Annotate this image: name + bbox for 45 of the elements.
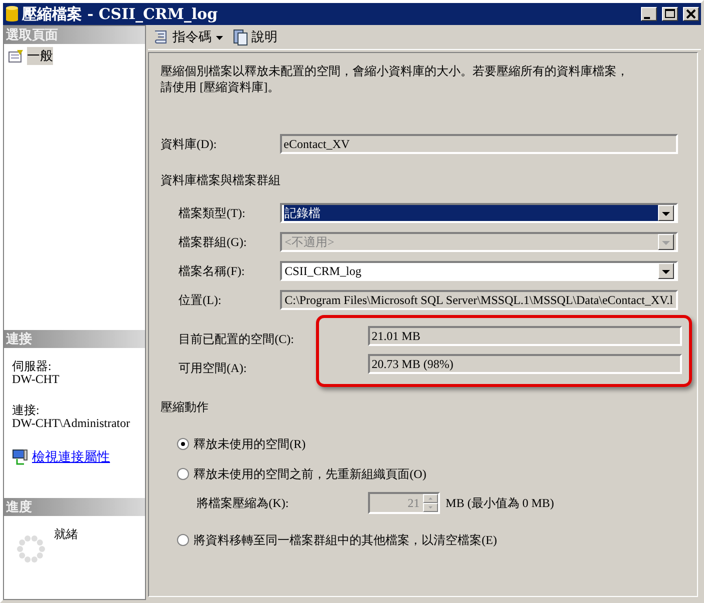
window-title: 壓縮檔案 - CSII_CRM_log [22, 4, 219, 24]
close-icon [684, 8, 698, 20]
maximize-icon [663, 8, 677, 20]
maximize-button[interactable] [662, 7, 678, 21]
field-label: 可用空間(A): [178, 360, 248, 377]
description-text: 壓縮個別檔案以釋放未配置的空間，會縮小資料庫的大小。若要壓縮所有的資料庫檔案，請使用 [壓縮資料庫]。 [160, 63, 630, 95]
radio-button[interactable] [176, 468, 189, 480]
radio-button[interactable] [176, 534, 189, 546]
properties-icon [8, 49, 24, 63]
connection-label: 連接: [12, 404, 40, 417]
document-icon [232, 28, 249, 46]
radio-button[interactable] [176, 438, 189, 450]
section-header: 選取頁面 [4, 26, 145, 44]
option-label: 釋放未使用的空間之前，先重新組織頁面(O) [194, 466, 426, 482]
minimize-icon [644, 16, 650, 18]
connection-value: DW-CHT [12, 373, 60, 386]
dropdown[interactable]: CSII_CRM_log [280, 261, 678, 281]
field-label: 檔案類型(T): [178, 204, 246, 222]
close-button[interactable] [683, 7, 699, 21]
field-label: 位置(L): [178, 292, 222, 308]
connection-value: DW-CHT\Administrator [12, 417, 131, 430]
minimize-button[interactable] [641, 7, 657, 21]
connection-label: 伺服器: [12, 360, 52, 373]
section-title: 資料庫檔案與檔案群組 [160, 172, 282, 189]
help-button[interactable]: 說明 [230, 28, 280, 46]
unit-label: MB (最小值為 0 MB) [446, 494, 554, 512]
field-label: 檔案群組(G): [178, 234, 248, 250]
database-icon [5, 5, 19, 23]
computer-icon [12, 449, 28, 465]
dropdown: <不適用> [280, 232, 678, 252]
spinner-icon [16, 534, 46, 564]
option-label: 將資料移轉至同一檔案群組中的其他檔案，以清空檔案(E) [194, 532, 497, 548]
field-label: 資料庫(D): [160, 136, 218, 152]
number-spinner: 21 [368, 492, 440, 514]
status-text: 就緒 [54, 526, 78, 543]
section-header: 連接 [4, 330, 145, 348]
section-title: 壓縮動作 [160, 399, 210, 416]
option-label: 釋放未使用的空間(R) [194, 436, 306, 452]
dropdown[interactable]: 記錄檔 [280, 203, 678, 223]
field-label: 將檔案壓縮為(K): [196, 494, 290, 512]
field-label: 目前已配置的空間(C): [178, 331, 296, 348]
section-header: 進度 [4, 498, 145, 516]
connection-properties-link[interactable]: 檢視連接屬性 [32, 448, 110, 466]
field-label: 檔案名稱(F): [178, 262, 246, 280]
script-button[interactable]: 指令碼 [150, 28, 227, 46]
